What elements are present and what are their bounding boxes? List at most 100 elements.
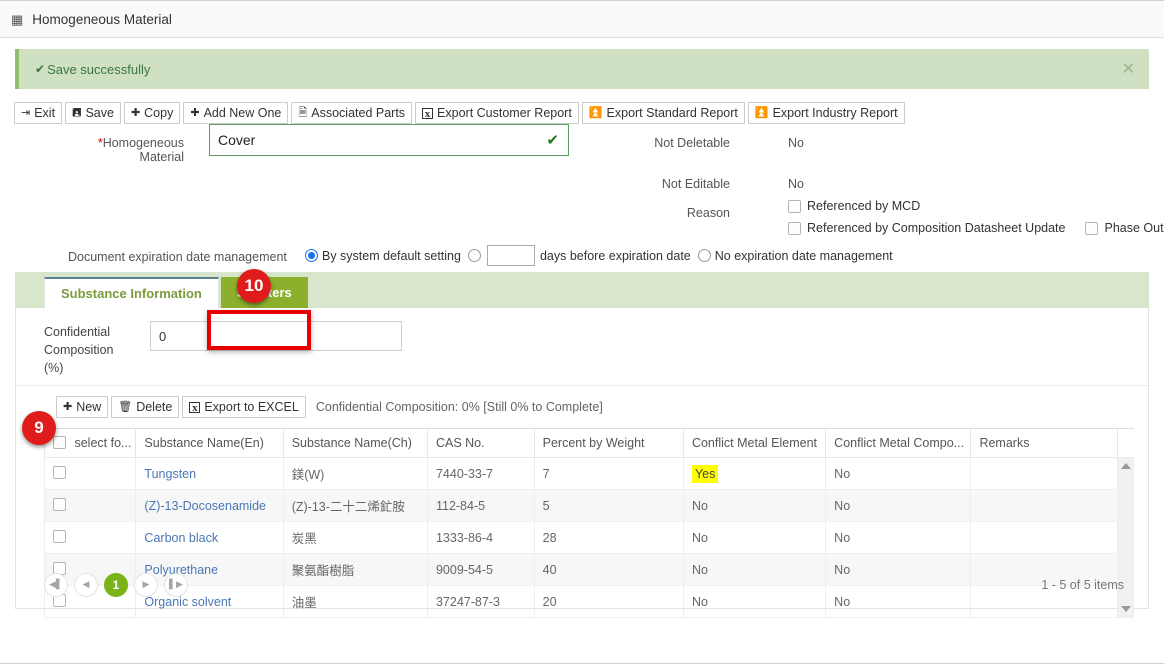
first-page-icon[interactable]: ◀▌: [44, 573, 68, 597]
substance-link[interactable]: Carbon black: [144, 531, 218, 545]
cell-conflict-metal-composition: No: [825, 521, 972, 554]
page-title: Homogeneous Material: [32, 11, 172, 27]
next-page-icon[interactable]: ▶: [134, 573, 158, 597]
header-cas-no[interactable]: CAS No.: [426, 428, 535, 458]
tab-substance-information-label: Substance Information: [61, 286, 202, 301]
not-editable-value: No: [788, 177, 804, 191]
referenced-by-composition-datasheet-update-checkbox[interactable]: [788, 221, 801, 235]
row-checkbox[interactable]: [53, 497, 66, 511]
phase-out-label: Phase Out: [1104, 221, 1164, 235]
substance-information-panel: Confidential Composition (%) ✚ New 🗑 Del…: [15, 308, 1149, 618]
expiration-days-label: days before expiration date: [539, 248, 691, 263]
exit-button-label: Exit: [34, 106, 56, 120]
save-success-alert: ✔ Save successfully ✕: [15, 49, 1149, 89]
cell-substance-name-ch: 鎂(W): [282, 457, 428, 490]
header-substance-name-ch[interactable]: Substance Name(Ch): [282, 428, 428, 458]
table-header-row: select fo... Substance Name(En) Substanc…: [43, 428, 1134, 458]
add-new-one-button[interactable]: ✚ Add New One: [183, 102, 289, 124]
cell-percent-by-weight: 5: [533, 489, 684, 522]
export-standard-report-button[interactable]: ⏫ Export Standard Report: [581, 102, 745, 124]
cell-cas-no: 7440-33-7: [426, 457, 535, 490]
export-industry-report-label: Export Industry Report: [772, 106, 898, 120]
cell-remarks: [970, 521, 1118, 554]
phase-out-checkbox[interactable]: [1085, 221, 1099, 235]
header-percent-by-weight[interactable]: Percent by Weight: [533, 428, 684, 458]
select-all-checkbox[interactable]: [53, 436, 66, 449]
save-disk-icon: 🖪: [72, 106, 82, 119]
header-remarks[interactable]: Remarks: [970, 428, 1118, 458]
close-icon[interactable]: ✕: [1122, 61, 1135, 77]
export-to-excel-button[interactable]: x Export to EXCEL: [182, 396, 306, 418]
substance-link[interactable]: Tungsten: [144, 467, 196, 481]
new-button[interactable]: ✚ New: [56, 396, 109, 418]
window-titlebar: ▦ Homogeneous Material: [0, 1, 1164, 38]
save-button[interactable]: 🖪 Save: [65, 102, 121, 124]
associated-parts-button-label: Associated Parts: [311, 106, 406, 120]
header-conflict-metal-element[interactable]: Conflict Metal Element: [682, 428, 827, 458]
confidential-composition-note: Confidential Composition: 0% [Still 0% t…: [315, 400, 603, 414]
expiration-system-default-radio[interactable]: [305, 249, 318, 262]
cell-conflict-metal-composition: No: [825, 489, 972, 522]
trash-icon: 🗑: [118, 400, 133, 413]
referenced-by-mcd-checkbox[interactable]: [788, 199, 801, 213]
not-editable-label: Not Editable: [661, 177, 730, 191]
add-new-one-button-label: Add New One: [203, 106, 282, 120]
row-select-cell: [43, 489, 137, 522]
expiration-days-input[interactable]: [486, 245, 535, 266]
delete-button[interactable]: 🗑 Delete: [111, 396, 180, 418]
grid-toolbar: ✚ New 🗑 Delete x Export to EXCEL Confide…: [16, 385, 1148, 428]
page-number-1[interactable]: 1: [104, 573, 128, 597]
export-customer-report-button[interactable]: x Export Customer Report: [415, 102, 579, 124]
substance-link[interactable]: (Z)-13-Docosenamide: [144, 499, 266, 513]
last-page-icon[interactable]: ▌▶: [164, 573, 188, 597]
main-toolbar: ⇥ Exit 🖪 Save ✚ Copy ✚ Add New One 🗎 Ass…: [0, 89, 1164, 124]
cell-substance-name-ch: 炭黑: [282, 521, 428, 554]
expiration-days-radio[interactable]: [467, 249, 481, 262]
cell-cas-no: 112-84-5: [426, 489, 535, 522]
reason-row-1: Referenced by MCD: [788, 199, 920, 213]
tab-strip: Substance Information Smelters: [15, 272, 1149, 308]
homogeneous-material-label-text: Homogeneous Material: [102, 136, 184, 164]
table-row[interactable]: Carbon black 炭黑 1333-86-4 28 No No: [43, 521, 1134, 554]
reason-row-2: Referenced by Composition Datasheet Upda…: [788, 221, 1164, 235]
homogeneous-material-input[interactable]: [210, 125, 547, 155]
header-conflict-metal-composition[interactable]: Conflict Metal Compo...: [825, 428, 972, 458]
annotation-badge-10: 10: [237, 269, 271, 303]
confidential-composition-input[interactable]: [150, 321, 402, 351]
homogeneous-material-input-wrap: ✔: [209, 124, 569, 156]
table-row[interactable]: Tungsten 鎂(W) 7440-33-7 7 Yes No: [43, 457, 1135, 618]
exit-icon: ⇥: [21, 106, 31, 119]
associated-parts-button[interactable]: 🗎 Associated Parts: [291, 102, 413, 124]
export-standard-report-label: Export Standard Report: [606, 106, 738, 120]
export-industry-report-button[interactable]: ⏫ Export Industry Report: [747, 102, 905, 124]
scroll-down-icon[interactable]: [1120, 606, 1131, 612]
plus-icon: ✚: [190, 106, 200, 119]
row-checkbox[interactable]: [53, 529, 66, 543]
scroll-up-icon[interactable]: [1120, 463, 1131, 469]
copy-button[interactable]: ✚ Copy: [123, 102, 181, 124]
header-scroll-spacer: [1117, 428, 1134, 458]
expiration-none-radio[interactable]: [697, 249, 711, 262]
export-customer-report-label: Export Customer Report: [437, 106, 572, 120]
cell-conflict-metal-element: Yes: [682, 457, 827, 490]
confidential-composition-label-line-3: (%): [44, 361, 64, 375]
not-deletable-label: Not Deletable: [654, 136, 730, 150]
homogeneous-material-label: *Homogeneous Material: [54, 136, 184, 164]
confidential-composition-label-line-2: Composition: [44, 343, 114, 357]
table-row[interactable]: (Z)-13-Docosenamide (Z)-13-二十二烯釯胺 112-84…: [43, 489, 1134, 522]
document-expiration-label: Document expiration date management: [68, 250, 287, 264]
prev-page-icon[interactable]: ◀: [74, 573, 98, 597]
application-window: ▦ Homogeneous Material ✔ Save successful…: [0, 0, 1164, 664]
cell-percent-by-weight: 28: [533, 521, 684, 554]
header-substance-name-en[interactable]: Substance Name(En): [135, 428, 284, 458]
exit-button[interactable]: ⇥ Exit: [14, 102, 63, 124]
download-icon: ⏫: [754, 106, 769, 119]
tab-substance-information[interactable]: Substance Information: [44, 277, 219, 308]
select-all-header: select fo...: [43, 428, 137, 458]
row-checkbox[interactable]: [53, 465, 66, 479]
alert-container: ✔ Save successfully ✕: [0, 38, 1164, 89]
grid-pager: ◀▌ ◀ 1 ▶ ▌▶ 1 - 5 of 5 items: [44, 570, 1134, 600]
not-deletable-value: No: [788, 136, 804, 150]
check-icon: ✔: [546, 132, 559, 149]
pager-items-text: 1 - 5 of 5 items: [1041, 578, 1124, 592]
